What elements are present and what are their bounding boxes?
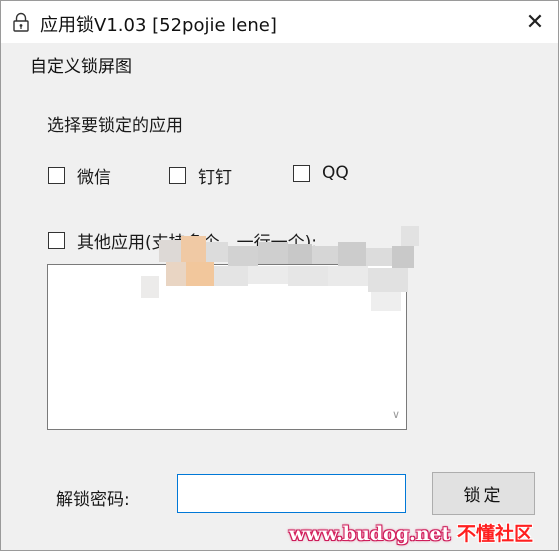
lock-icon [13,12,29,32]
checkbox-label: 微信 [77,168,111,188]
checkbox-box[interactable] [169,167,186,184]
lock-button[interactable]: 锁定 [432,472,535,515]
title-bar: 应用锁V1.03 [52pojie lene] ✕ [1,1,558,43]
password-label: 解锁密码: [56,490,130,510]
scroll-down-icon[interactable]: ∨ [392,408,400,421]
window-title: 应用锁V1.03 [52pojie lene] [40,15,277,36]
watermark-url: www.budog.net [289,523,451,545]
checkbox-label: QQ [322,163,349,183]
checkbox-wechat[interactable]: 微信 [48,163,111,188]
watermark: www.budog.net 不懂社区 [289,519,533,546]
checkbox-box[interactable] [293,164,310,182]
app-window: 应用锁V1.03 [52pojie lene] ✕ 自定义锁屏图 选择要锁定的应… [0,0,559,551]
checkbox-box[interactable] [48,167,65,184]
watermark-site: 不懂社区 [457,523,534,545]
menu-item-custom-lockscreen[interactable]: 自定义锁屏图 [30,52,132,77]
close-button[interactable]: ✕ [512,1,558,43]
password-input[interactable] [177,474,406,513]
section-label: 选择要锁定的应用 [47,116,183,136]
menu-bar: 自定义锁屏图 [1,43,558,81]
checkbox-label: 钉钉 [198,168,232,188]
checkbox-dingtalk[interactable]: 钉钉 [169,163,232,188]
other-apps-textarea[interactable]: ∨ [47,264,407,430]
checkbox-qq[interactable]: QQ [293,163,349,183]
checkbox-other-apps[interactable]: 其他应用(支持多个，一行一个): [48,228,317,253]
checkbox-box[interactable] [48,232,65,249]
close-icon: ✕ [525,9,545,35]
checkbox-label: 其他应用(支持多个，一行一个): [77,233,317,253]
